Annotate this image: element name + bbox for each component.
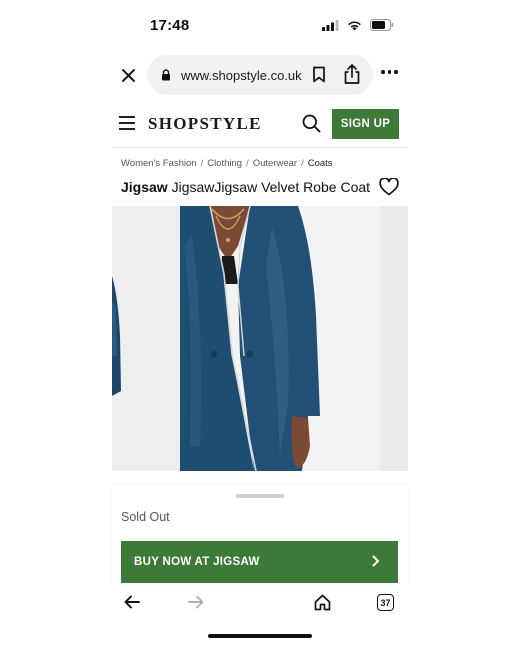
breadcrumb-separator: / [246, 158, 249, 169]
search-icon [302, 114, 321, 133]
arrow-right-icon [188, 595, 204, 609]
more-button[interactable] [381, 70, 398, 74]
status-bar: 17:48 [0, 0, 520, 52]
signal-icon [322, 19, 339, 31]
menu-icon[interactable] [119, 116, 135, 130]
product-brand[interactable]: Jigsaw [121, 179, 168, 195]
breadcrumb-separator: / [200, 158, 204, 169]
status-time: 17:48 [150, 17, 190, 34]
status-icons [322, 19, 394, 31]
product-name: JigsawJigsaw Velvet Robe Coat [171, 179, 371, 195]
sheet-drag-handle[interactable] [236, 494, 284, 498]
share-icon [344, 64, 360, 84]
buy-now-label: BUY NOW AT JIGSAW [134, 556, 260, 568]
search-button[interactable] [302, 114, 321, 138]
breadcrumb-outerwear[interactable]: Outerwear [253, 158, 297, 169]
arrow-left-icon [124, 595, 140, 609]
breadcrumb-womens-fashion[interactable]: Women's Fashion [121, 158, 197, 169]
product-image-next[interactable] [381, 206, 408, 471]
velvet-coat-image [180, 206, 379, 471]
bookmark-icon [313, 66, 325, 83]
chevron-right-icon [372, 555, 379, 567]
close-icon [121, 68, 135, 82]
product-title: Jigsaw JigsawJigsaw Velvet Robe Coat [121, 179, 370, 195]
bookmark-button[interactable] [312, 66, 326, 88]
wifi-icon [348, 20, 361, 30]
back-button[interactable] [124, 595, 140, 614]
lock-icon [162, 69, 170, 81]
home-button[interactable] [314, 594, 331, 616]
share-button[interactable] [343, 63, 361, 90]
favorite-button[interactable] [379, 177, 399, 201]
heart-icon [379, 177, 399, 196]
product-image-carousel[interactable] [112, 206, 408, 471]
product-image-previous[interactable] [112, 206, 178, 471]
breadcrumb-clothing[interactable]: Clothing [207, 158, 242, 169]
forward-button[interactable] [188, 595, 204, 614]
site-logo[interactable]: SHOPSTYLE [148, 114, 262, 134]
buy-now-button[interactable]: BUY NOW AT JIGSAW [121, 541, 398, 583]
site-header: SHOPSTYLE SIGN UP [112, 100, 408, 148]
tabs-button[interactable]: 37 [377, 594, 394, 611]
url-text: www.shopstyle.co.uk [181, 67, 302, 83]
more-icon [381, 70, 385, 74]
coat-partial-image [112, 276, 121, 396]
availability-status: Sold Out [121, 510, 170, 524]
sign-up-button[interactable]: SIGN UP [332, 109, 399, 139]
home-icon [314, 594, 331, 611]
product-image-main[interactable] [180, 206, 379, 471]
address-bar[interactable]: www.shopstyle.co.uk [147, 55, 373, 95]
home-indicator[interactable] [208, 634, 312, 638]
close-tab-button[interactable] [119, 66, 137, 84]
breadcrumb: Women's Fashion / Clothing / Outerwear /… [121, 158, 333, 169]
breadcrumb-coats[interactable]: Coats [308, 158, 333, 169]
battery-icon [370, 19, 394, 31]
breadcrumb-separator: / [301, 158, 304, 169]
